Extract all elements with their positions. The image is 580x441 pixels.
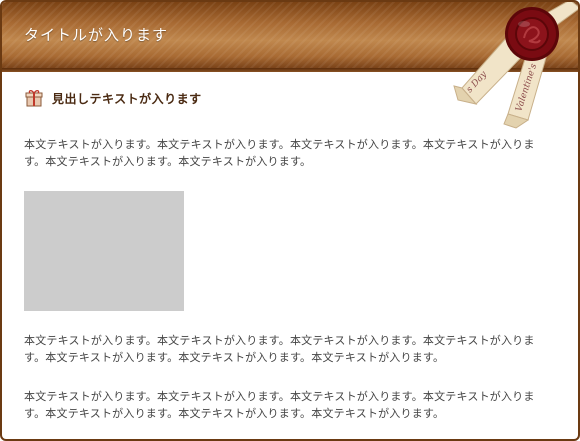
content-frame: タイトルが入ります s Day Valentine's 見出しテキストが入ります… <box>0 0 580 441</box>
image-placeholder <box>24 191 184 311</box>
gift-icon <box>25 90 43 107</box>
page-title: タイトルが入ります <box>24 26 169 44</box>
body-paragraph-1: 本文テキストが入ります。本文テキストが入ります。本文テキストが入ります。本文テキ… <box>24 138 535 168</box>
body-paragraph-2: 本文テキストが入ります。本文テキストが入ります。本文テキストが入ります。本文テキ… <box>24 334 535 364</box>
body-paragraph-3: 本文テキストが入ります。本文テキストが入ります。本文テキストが入ります。本文テキ… <box>24 390 535 420</box>
wax-seal-icon <box>505 7 559 61</box>
heading-text: 見出しテキストが入ります <box>52 91 202 106</box>
valentine-ribbon-decoration: s Day Valentine's <box>420 2 578 130</box>
section-heading: 見出しテキストが入ります <box>24 88 202 108</box>
